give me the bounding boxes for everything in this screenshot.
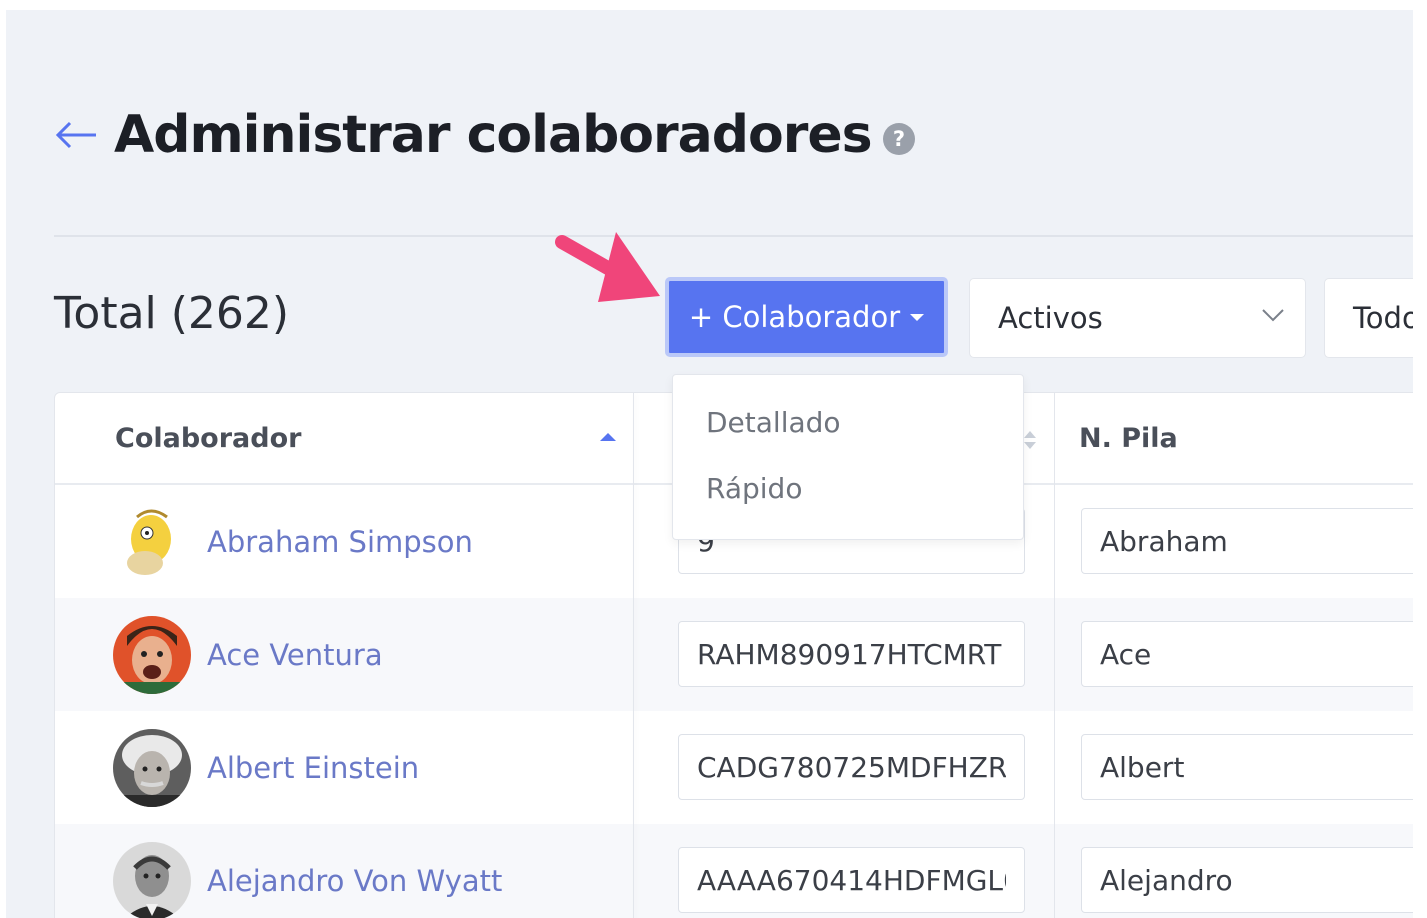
rfc-input[interactable] — [678, 847, 1025, 913]
column-header-colaborador[interactable]: Colaborador — [115, 393, 301, 483]
colaborador-name-link[interactable]: Abraham Simpson — [207, 485, 473, 598]
colaborador-name-link[interactable]: Ace Ventura — [207, 598, 383, 711]
colaborador-name-link[interactable]: Alejandro Von Wyatt — [207, 824, 502, 918]
rfc-input[interactable] — [678, 621, 1025, 687]
avatar — [113, 842, 191, 918]
question-circle-icon[interactable]: ? — [882, 122, 916, 156]
page: Administrar colaboradores ? Total (262) … — [6, 10, 1413, 918]
table-row: Ace Ventura — [55, 598, 1413, 711]
sort-icon[interactable] — [1023, 430, 1037, 450]
column-divider — [633, 393, 634, 918]
colaborador-name-link[interactable]: Albert Einstein — [207, 711, 419, 824]
sort-ascending-icon[interactable] — [600, 433, 616, 441]
table-row: Albert Einstein — [55, 711, 1413, 824]
caret-down-icon — [910, 313, 925, 321]
avatar — [113, 616, 191, 694]
status-filter-value: Activos — [998, 301, 1103, 335]
secondary-filter-select[interactable]: Todo — [1324, 278, 1413, 358]
first-name-input[interactable] — [1081, 847, 1413, 913]
add-colaborador-button[interactable]: + Colaborador — [665, 277, 948, 357]
page-header: Administrar colaboradores ? — [54, 95, 916, 175]
avatar — [113, 729, 191, 807]
rfc-input[interactable] — [678, 734, 1025, 800]
arrow-left-icon[interactable] — [54, 120, 100, 150]
first-name-input[interactable] — [1081, 621, 1413, 687]
first-name-input[interactable] — [1081, 508, 1413, 574]
secondary-filter-value: Todo — [1353, 301, 1413, 335]
column-divider — [1054, 393, 1055, 918]
menu-item-detallado[interactable]: Detallado — [706, 406, 841, 439]
pointer-arrow-icon — [555, 232, 660, 302]
add-colaborador-dropdown-menu: Detallado Rápido — [672, 374, 1024, 540]
avatar — [113, 503, 191, 581]
chevron-down-icon — [1262, 309, 1284, 322]
column-header-n-pila[interactable]: N. Pila — [1079, 393, 1178, 483]
total-count: Total (262) — [54, 288, 290, 339]
page-title: Administrar colaboradores — [114, 105, 873, 165]
status-filter-select[interactable]: Activos — [969, 278, 1306, 358]
first-name-input[interactable] — [1081, 734, 1413, 800]
table-row: Alejandro Von Wyatt — [55, 824, 1413, 918]
header-divider — [54, 235, 1413, 237]
svg-text:?: ? — [892, 127, 904, 151]
menu-item-rapido[interactable]: Rápido — [706, 472, 802, 505]
add-colaborador-label: + Colaborador — [688, 300, 901, 334]
